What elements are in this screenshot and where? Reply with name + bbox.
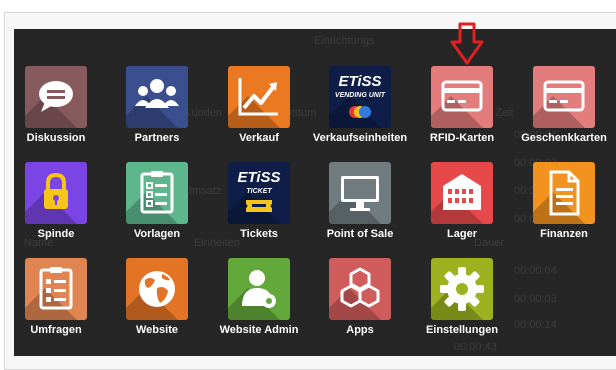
- cubes-icon: [340, 267, 380, 308]
- app-verkauf[interactable]: Verkauf: [209, 66, 309, 156]
- app-tile[interactable]: [329, 162, 391, 224]
- users-group-icon: [135, 79, 179, 108]
- app-label: Finanzen: [540, 228, 588, 240]
- app-tile[interactable]: [126, 66, 188, 128]
- down-arrow-icon: [450, 22, 484, 65]
- app-partners[interactable]: Partners: [107, 66, 207, 156]
- warehouse-building-icon: [443, 174, 481, 210]
- app-tickets[interactable]: ETiSS TICKET Tickets: [209, 162, 309, 252]
- gift-card-icon: [543, 80, 585, 112]
- app-label: Geschenkkarten: [521, 132, 607, 144]
- app-umfragen[interactable]: Umfragen: [14, 258, 106, 348]
- app-tile[interactable]: [431, 162, 493, 224]
- app-apps[interactable]: Apps: [310, 258, 410, 348]
- app-geschenkkarten[interactable]: Geschenkkarten: [514, 66, 614, 156]
- background-text: Einrichtungs: [314, 35, 375, 47]
- background-text: 00:00:03: [514, 293, 557, 305]
- etiss-logo-text: ETiSS: [237, 169, 281, 186]
- app-tile[interactable]: [228, 258, 290, 320]
- app-tile[interactable]: [431, 66, 493, 128]
- app-diskussion[interactable]: Diskussion: [14, 66, 106, 156]
- app-verkaufseinheiten[interactable]: ETiSS VENDING UNIT Verkaufseinheiten: [310, 66, 410, 156]
- ticket-text: TICKET: [246, 188, 272, 195]
- app-tile[interactable]: [25, 66, 87, 128]
- survey-clipboard-icon: [39, 267, 73, 310]
- app-tile[interactable]: [533, 162, 595, 224]
- invoice-document-icon: [549, 170, 580, 216]
- app-tile[interactable]: [533, 66, 595, 128]
- chat-bubble-icon: [39, 81, 73, 112]
- credit-card-icon: [441, 80, 483, 112]
- app-tile[interactable]: [25, 258, 87, 320]
- app-label: Einstellungen: [425, 324, 499, 336]
- app-website-admin[interactable]: Website Admin: [209, 258, 309, 348]
- app-tile[interactable]: [25, 162, 87, 224]
- trend-chart-icon: [238, 78, 278, 116]
- app-tile[interactable]: [126, 258, 188, 320]
- app-tile[interactable]: [431, 258, 493, 320]
- vending-unit-text: VENDING UNIT: [334, 92, 386, 99]
- app-tile[interactable]: ETiSS VENDING UNIT: [329, 66, 391, 128]
- gear-icon: [440, 267, 484, 311]
- app-vorlagen[interactable]: Vorlagen: [107, 162, 207, 252]
- checklist-clipboard-icon: [140, 171, 174, 214]
- app-einstellungen[interactable]: Einstellungen: [412, 258, 512, 348]
- app-finanzen[interactable]: Finanzen: [514, 162, 614, 252]
- app-spinde[interactable]: Spinde: [14, 162, 106, 252]
- app-menu-overlay: Einrichtungs Kunden Datum Umsatz Einheit…: [14, 29, 616, 356]
- app-rfid-karten[interactable]: RFID-Karten: [412, 66, 512, 156]
- padlock-icon: [44, 172, 68, 209]
- monitor-icon: [341, 176, 379, 211]
- app-tile[interactable]: ETiSS TICKET: [228, 162, 290, 224]
- etiss-logo-text: ETiSS: [338, 73, 382, 90]
- app-tile[interactable]: [228, 66, 290, 128]
- user-gear-icon: [242, 270, 276, 308]
- app-lager[interactable]: Lager: [412, 162, 512, 252]
- app-website[interactable]: Website: [107, 258, 207, 348]
- app-tile[interactable]: [126, 162, 188, 224]
- app-point-of-sale[interactable]: Point of Sale: [310, 162, 410, 252]
- app-tile[interactable]: [329, 258, 391, 320]
- background-text: 00:00:04: [514, 265, 557, 277]
- globe-icon: [139, 271, 175, 307]
